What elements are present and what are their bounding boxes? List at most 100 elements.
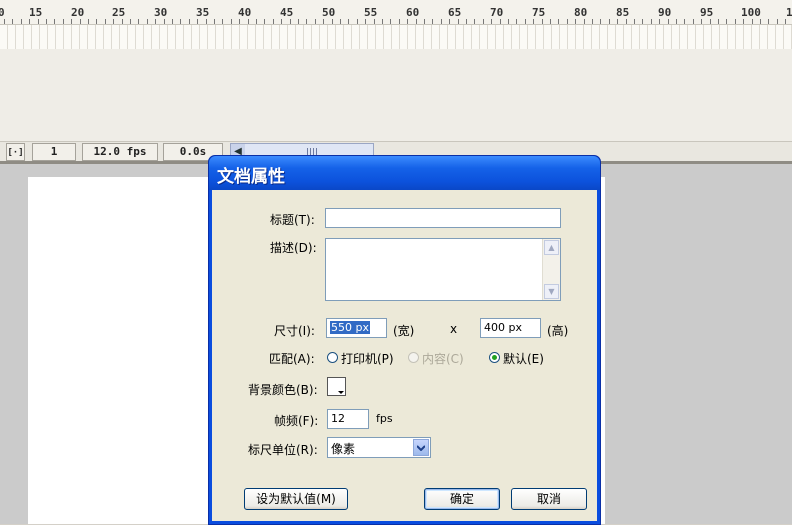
width-unit-label: (宽) <box>393 324 415 338</box>
scroll-up-arrow-icon[interactable]: ▲ <box>544 240 559 255</box>
match-default-label[interactable]: 默认(E) <box>503 350 544 367</box>
dialog-titlebar[interactable]: 文档属性 <box>209 156 600 190</box>
ok-button[interactable]: 确定 <box>424 488 500 510</box>
ruler-tick <box>600 19 601 24</box>
ruler-tick <box>424 19 425 24</box>
ruler-number: 55 <box>364 6 378 19</box>
ruler-tick <box>684 19 685 24</box>
title-label: 标题(T): <box>270 213 315 227</box>
match-contents-radio <box>408 352 419 363</box>
ruler-number: 70 <box>490 6 504 19</box>
ruler-tick <box>180 19 181 24</box>
ruler-tick <box>735 19 736 24</box>
timeline-layer-area[interactable] <box>0 49 792 141</box>
ruler-tick <box>659 19 660 24</box>
ruler-tick <box>155 19 156 24</box>
ruler-tick <box>399 19 400 24</box>
ruler-tick <box>516 19 517 24</box>
ruler-number: 40 <box>238 6 252 19</box>
ruler-tick <box>617 19 618 24</box>
ruler-tick <box>138 19 139 24</box>
ruler-tick <box>743 19 744 24</box>
radio-selected-dot <box>492 355 497 360</box>
ruler-tick <box>189 19 190 24</box>
ruler-number: 50 <box>322 6 336 19</box>
match-contents-label: 内容(C) <box>422 352 464 366</box>
bg-color-swatch[interactable] <box>327 377 346 396</box>
ruler-tick <box>38 19 39 24</box>
ruler-tick <box>88 19 89 24</box>
ruler-number: 65 <box>448 6 462 19</box>
height-input[interactable]: 400 px <box>480 318 541 338</box>
ruler-tick <box>290 19 291 24</box>
ruler-number: 20 <box>71 6 85 19</box>
bg-color-label: 背景颜色(B): <box>248 383 318 397</box>
make-default-button[interactable]: 设为默认值(M) <box>244 488 348 510</box>
ruler-number: 80 <box>574 6 588 19</box>
ruler-tick <box>315 19 316 24</box>
ruler-tick <box>390 19 391 24</box>
ruler-tick <box>239 19 240 24</box>
cancel-button[interactable]: 取消 <box>511 488 587 510</box>
ruler-tick <box>332 19 333 24</box>
ruler-tick <box>323 19 324 24</box>
chevron-down-icon[interactable] <box>413 439 429 456</box>
times-label: x <box>450 322 458 336</box>
ruler-tick <box>348 19 349 24</box>
ruler-tick <box>701 19 702 24</box>
ruler-units-value: 像素 <box>331 442 356 456</box>
ruler-tick <box>668 19 669 24</box>
ruler-tick <box>113 19 114 24</box>
ruler-tick <box>197 19 198 24</box>
ruler-tick <box>726 19 727 24</box>
scroll-down-arrow-icon[interactable]: ▼ <box>544 284 559 299</box>
ruler-tick <box>21 19 22 24</box>
description-scrollbar[interactable]: ▲ ▼ <box>542 239 560 300</box>
frame-rate-label: 帧频(F): <box>274 414 319 428</box>
center-frame-icon: [·] <box>7 148 24 158</box>
ruler-tick <box>382 19 383 24</box>
ruler-units-select[interactable]: 像素 <box>327 437 431 458</box>
ruler-tick <box>508 19 509 24</box>
ruler-tick <box>567 19 568 24</box>
ruler-number: 35 <box>196 6 210 19</box>
width-value: 550 px <box>330 321 370 334</box>
ruler-tick <box>46 19 47 24</box>
ruler-tick <box>130 19 131 24</box>
ruler-tick <box>491 19 492 24</box>
ruler-tick <box>306 19 307 24</box>
frame-rate-input[interactable]: 12 <box>327 409 369 429</box>
ruler-tick <box>777 19 778 24</box>
ruler-tick <box>693 19 694 24</box>
ruler-tick <box>752 19 753 24</box>
ruler-tick <box>500 19 501 24</box>
ruler-tick <box>642 19 643 24</box>
ruler-number: 90 <box>658 6 672 19</box>
ruler-tick <box>525 19 526 24</box>
description-label: 描述(D): <box>270 241 317 255</box>
match-default-radio[interactable] <box>489 352 500 363</box>
ruler-tick <box>441 19 442 24</box>
ruler-tick <box>147 19 148 24</box>
width-input[interactable]: 550 px <box>326 318 387 338</box>
ruler-tick <box>12 19 13 24</box>
ruler-tick <box>533 19 534 24</box>
ruler-number: 85 <box>616 6 630 19</box>
dialog-body: 标题(T): 描述(D): ▲ ▼ 尺寸(I): 550 px (宽) x 40… <box>212 190 597 521</box>
ruler-tick <box>206 19 207 24</box>
dialog-title: 文档属性 <box>217 167 285 187</box>
ruler-tick <box>626 19 627 24</box>
ruler-tick <box>214 19 215 24</box>
ruler-tick <box>542 19 543 24</box>
timeline-frames[interactable] <box>0 25 792 49</box>
ruler-number: 15 <box>29 6 43 19</box>
ruler-tick <box>340 19 341 24</box>
ruler-tick <box>256 19 257 24</box>
title-input[interactable] <box>325 208 561 228</box>
match-printer-radio[interactable] <box>327 352 338 363</box>
description-textarea[interactable]: ▲ ▼ <box>325 238 561 301</box>
center-frame-button[interactable]: [·] <box>6 143 25 161</box>
match-printer-label[interactable]: 打印机(P) <box>341 350 394 367</box>
timeline-ruler[interactable]: 0 15 20 25 30 35 40 45 50 55 60 65 70 75… <box>0 0 792 25</box>
ruler-tick <box>222 19 223 24</box>
